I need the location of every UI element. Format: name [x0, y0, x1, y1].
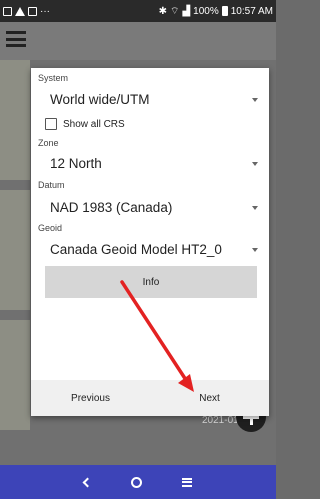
hamburger-menu-icon[interactable] — [6, 31, 26, 47]
map-thumbnail — [0, 60, 30, 180]
show-all-crs-label: Show all CRS — [63, 118, 125, 130]
alert-triangle-icon — [15, 6, 25, 16]
previous-button[interactable]: Previous — [31, 393, 150, 404]
signal-icon: ▟ — [182, 5, 191, 17]
gallery-icon — [3, 6, 12, 16]
system-value: World wide/UTM — [50, 91, 150, 107]
battery-icon — [221, 6, 228, 16]
app-bar — [0, 22, 276, 60]
android-nav-bar — [0, 465, 276, 499]
zone-value: 12 North — [50, 155, 102, 171]
recents-icon[interactable] — [182, 477, 192, 487]
info-button[interactable]: Info — [45, 266, 257, 298]
show-all-crs-row[interactable]: Show all CRS — [45, 118, 125, 130]
status-time: 10:57 AM — [230, 5, 273, 17]
dropdown-caret-icon — [252, 248, 258, 252]
dropdown-caret-icon — [252, 98, 258, 102]
dropdown-caret-icon — [252, 162, 258, 166]
dialog-footer: Previous Next — [31, 380, 269, 416]
gallery-icon — [28, 6, 37, 16]
datum-value: NAD 1983 (Canada) — [50, 199, 173, 215]
next-button[interactable]: Next — [150, 393, 269, 404]
dropdown-caret-icon — [252, 206, 258, 210]
system-label: System — [38, 73, 69, 83]
zone-label: Zone — [38, 138, 59, 148]
show-all-crs-checkbox[interactable] — [45, 118, 57, 130]
geoid-value: Canada Geoid Model HT2_0 — [50, 241, 222, 257]
system-select[interactable]: World wide/UTM — [50, 88, 262, 110]
zone-select[interactable]: 12 North — [50, 152, 262, 174]
datum-label: Datum — [38, 180, 65, 190]
crs-dialog: System World wide/UTM Show all CRS Zone … — [31, 68, 269, 416]
wifi-icon: ⌔ — [170, 5, 180, 17]
geoid-select[interactable]: Canada Geoid Model HT2_0 — [50, 238, 262, 260]
map-thumbnail — [0, 320, 30, 430]
status-bar: ··· ✱ ⌔ ▟ 100% 10:57 AM — [0, 0, 276, 22]
status-right-icons: ✱ ⌔ ▟ 100% 10:57 AM — [159, 5, 273, 18]
battery-percent: 100% — [193, 5, 219, 17]
status-left-icons: ··· — [3, 6, 50, 17]
back-icon[interactable] — [82, 477, 93, 487]
more-dots-icon: ··· — [40, 5, 50, 17]
geoid-label: Geoid — [38, 223, 63, 233]
map-thumbnail — [0, 190, 30, 310]
home-icon[interactable] — [131, 476, 142, 488]
datum-select[interactable]: NAD 1983 (Canada) — [50, 196, 262, 218]
bluetooth-icon: ✱ — [158, 5, 168, 17]
